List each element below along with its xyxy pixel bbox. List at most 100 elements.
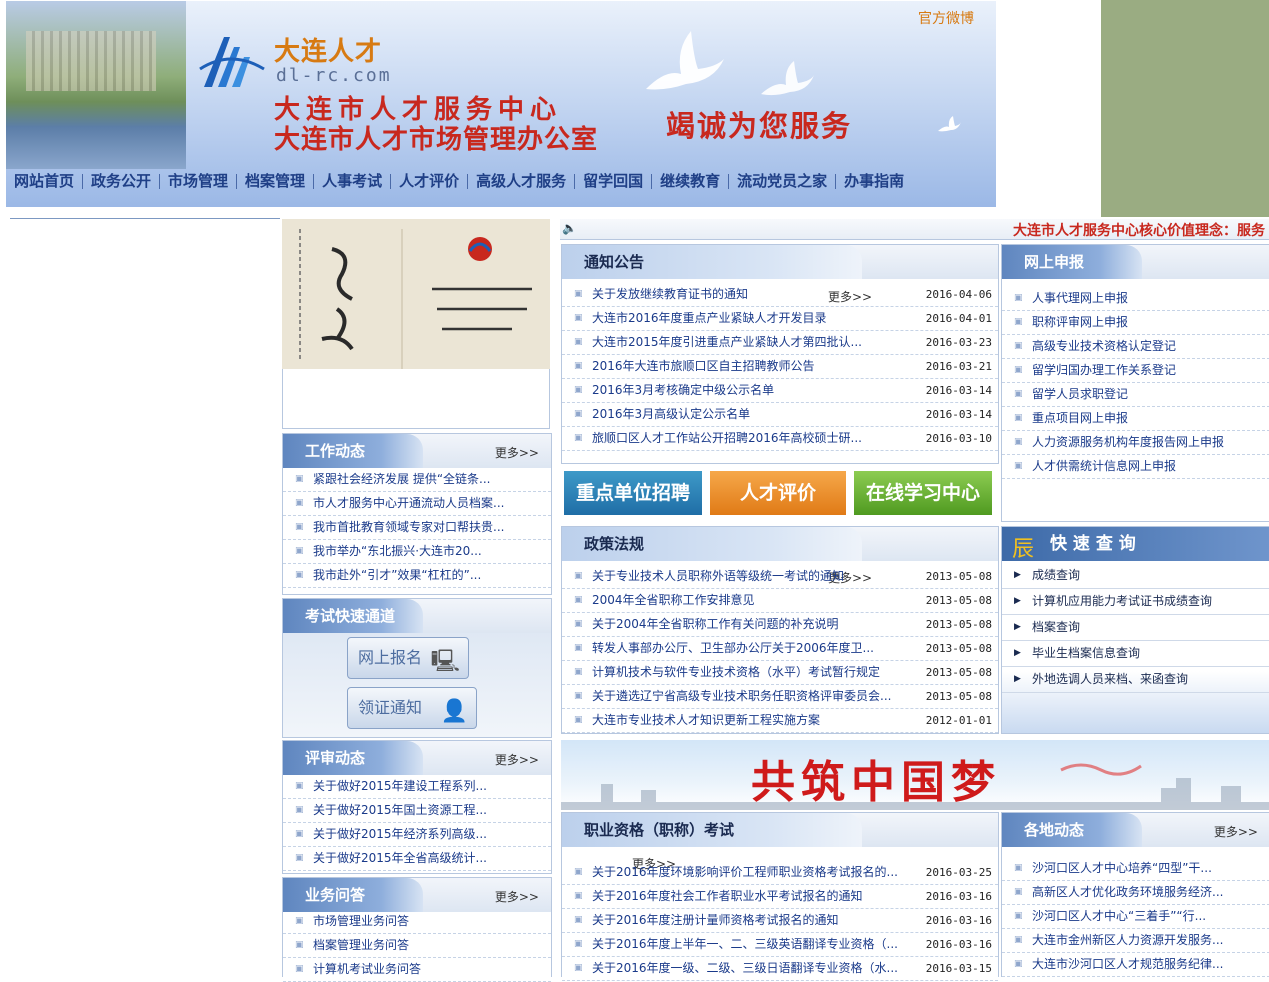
list-item[interactable]: 关于2004年全省职称工作有关问题的补充说明 2013-05-08	[562, 613, 998, 637]
list-item[interactable]: 沙河口区人才中心“三着手”“行...	[1002, 905, 1269, 929]
list-item[interactable]: 关于2016年度社会工作者职业水平考试报名的通知 2016-03-16	[562, 885, 998, 909]
list-item[interactable]: 大连市2016年度重点产业紧缺人才开发目录 2016-04-01	[562, 307, 998, 331]
list-item[interactable]: 高新区人才优化政务环境服务经济...	[1002, 881, 1269, 905]
china-dream-banner[interactable]: 共筑中国梦	[561, 740, 1269, 810]
list-item-text: 关于做好2015年经济系列高级...	[313, 827, 487, 841]
review-more-link[interactable]: 更多>>	[495, 751, 539, 768]
list-item[interactable]: 市人才服务中心开通流动人员档案...	[283, 492, 551, 516]
list-item[interactable]: 关于做好2015年建设工程系列...	[283, 775, 551, 799]
user-icon: 👤	[440, 699, 468, 724]
list-item-text: 大连市专业技术人才知识更新工程实施方案	[592, 713, 821, 727]
list-item-date: 2013-05-08	[925, 690, 992, 703]
list-item[interactable]: 关于2016年度上半年一、二、三级英语翻译专业资格（... 2016-03-16	[562, 933, 998, 957]
exam-panel: 职业资格（职称）考试 更多>> 关于2016年度环境影响评价工程师职业资格考试报…	[561, 812, 999, 981]
exam-channel-title: 考试快速通道	[283, 599, 423, 633]
list-item-date: 2016-03-16	[925, 914, 992, 927]
list-item[interactable]: 档案查询	[1002, 615, 1269, 641]
list-item[interactable]: 我市首批教育领域专家对口帮扶贵...	[283, 516, 551, 540]
list-item[interactable]: 毕业生档案信息查询	[1002, 641, 1269, 667]
list-item[interactable]: 计算机应用能力考试证书成绩查询	[1002, 589, 1269, 615]
list-item[interactable]: 我市举办“东北振兴·大连市20...	[283, 540, 551, 564]
list-item[interactable]: 转发人事部办公厅、卫生部办公厅关于2006年度卫... 2013-05-08	[562, 637, 998, 661]
list-item[interactable]: 关于2016年度一级、二级、三级日语翻译专业资格（水... 2016-03-15	[562, 957, 998, 981]
online-register-button[interactable]: 网上报名 🖳	[347, 637, 469, 679]
review-list: 关于做好2015年建设工程系列... 关于做好2015年国土资源工程... 关于做好…	[283, 775, 551, 871]
list-item[interactable]: 关于做好2015年全省高级统计...	[283, 847, 551, 871]
list-item[interactable]: 档案管理业务问答	[283, 934, 551, 958]
banner-recruitment[interactable]: 重点单位招聘	[562, 469, 704, 517]
list-item[interactable]: 关于专业技术人员职称外语等级统一考试的通知 2013-05-08	[562, 565, 998, 589]
city-photo	[6, 1, 186, 169]
list-item[interactable]: 关于2016年度注册计量师资格考试报名的通知 2016-03-16	[562, 909, 998, 933]
list-item[interactable]: 外地选调人员来档、来函查询	[1002, 667, 1269, 693]
qa-more-link[interactable]: 更多>>	[495, 888, 539, 905]
list-item[interactable]: 关于遴选辽宁省高级专业技术职务任职资格评审委员会... 2013-05-08	[562, 685, 998, 709]
calligraphy-image	[282, 219, 550, 369]
list-item[interactable]: 我市赴外“引才”效果“杠杠的”...	[283, 564, 551, 588]
nav-item-10[interactable]: 办事指南	[836, 173, 912, 189]
banner-online-learning[interactable]: 在线学习中心	[852, 469, 994, 517]
nav-item-3[interactable]: 档案管理	[237, 173, 315, 189]
list-item[interactable]: 留学归国办理工作关系登记	[1002, 359, 1269, 383]
nav-item-5[interactable]: 人才评价	[391, 173, 469, 189]
divider	[10, 218, 280, 219]
list-item[interactable]: 计算机考试业务问答	[283, 958, 551, 982]
list-item[interactable]: 成绩查询	[1002, 563, 1269, 589]
list-item-text: 高级专业技术资格认定登记	[1032, 339, 1177, 353]
list-item[interactable]: 2016年3月高级认定公示名单 2016-03-14	[562, 403, 998, 427]
nav-item-2[interactable]: 市场管理	[160, 173, 238, 189]
list-item[interactable]: 紧跟社会经济发展 提供“全链条...	[283, 468, 551, 492]
list-item-text: 外地选调人员来档、来函查询	[1032, 672, 1189, 686]
list-item-date: 2016-03-10	[925, 432, 992, 445]
list-item[interactable]: 大连市专业技术人才知识更新工程实施方案 2012-01-01	[562, 709, 998, 733]
list-item-date: 2013-05-08	[925, 618, 992, 631]
list-item-date: 2016-03-16	[925, 938, 992, 951]
certificate-notice-button[interactable]: 领证通知 👤	[347, 687, 477, 729]
list-item[interactable]: 关于发放继续教育证书的通知 2016-04-06	[562, 283, 998, 307]
list-item-text: 关于做好2015年国土资源工程...	[313, 803, 487, 817]
org-name-2: 大连市人才市场管理办公室	[274, 125, 599, 155]
banner-talent-evaluation[interactable]: 人才评价	[708, 469, 848, 517]
nav-item-9[interactable]: 流动党员之家	[729, 173, 837, 189]
list-item[interactable]: 留学人员求职登记	[1002, 383, 1269, 407]
online-apply-list: 人事代理网上申报职称评审网上申报高级专业技术资格认定登记留学归国办理工作关系登记…	[1002, 287, 1269, 479]
list-item[interactable]: 沙河口区人才中心培养“四型”干...	[1002, 857, 1269, 881]
work-more-link[interactable]: 更多>>	[495, 444, 539, 461]
list-item[interactable]: 人才供需统计信息网上申报	[1002, 455, 1269, 479]
nav-item-0[interactable]: 网站首页	[6, 173, 84, 189]
speaker-icon: 🔈	[562, 221, 577, 235]
weibo-link[interactable]: 官方微博	[918, 8, 974, 28]
list-item[interactable]: 大连市金州新区人力资源开发服务...	[1002, 929, 1269, 953]
calligraphy-photo[interactable]	[282, 219, 550, 369]
list-item[interactable]: 关于2016年度环境影响评价工程师职业资格考试报名的... 2016-03-25	[562, 861, 998, 885]
list-item[interactable]: 计算机技术与软件专业技术资格（水平）考试暂行规定 2013-05-08	[562, 661, 998, 685]
list-item[interactable]: 关于做好2015年经济系列高级...	[283, 823, 551, 847]
list-item-text: 关于发放继续教育证书的通知	[592, 287, 749, 301]
list-item[interactable]: 大连市2015年度引进重点产业紧缺人才第四批认... 2016-03-23	[562, 331, 998, 355]
list-item[interactable]: 职称评审网上申报	[1002, 311, 1269, 335]
list-item-text: 2016年3月高级认定公示名单	[592, 407, 751, 421]
list-item[interactable]: 市场管理业务问答	[283, 910, 551, 934]
ticker-text[interactable]: 大连市人才服务中心核心价值理念：服务	[1013, 220, 1265, 240]
list-item[interactable]: 旅顺口区人才工作站公开招聘2016年高校硕士研... 2016-03-10	[562, 427, 998, 451]
list-item-text: 重点项目网上申报	[1032, 411, 1129, 425]
nav-item-8[interactable]: 继续教育	[652, 173, 730, 189]
nav-item-6[interactable]: 高级人才服务	[468, 173, 576, 189]
list-item[interactable]: 高级专业技术资格认定登记	[1002, 335, 1269, 359]
list-item[interactable]: 2016年大连市旅顺口区自主招聘教师公告 2016-03-21	[562, 355, 998, 379]
list-item[interactable]: 大连市沙河口区人才规范服务纪律...	[1002, 953, 1269, 977]
nav-item-7[interactable]: 留学回国	[575, 173, 653, 189]
dove-icon	[646, 31, 724, 90]
policy-panel: 政策法规 更多>> 关于专业技术人员职称外语等级统一考试的通知2013-05-0…	[561, 526, 999, 734]
nav-item-1[interactable]: 政务公开	[83, 173, 161, 189]
nav-item-4[interactable]: 人事考试	[314, 173, 392, 189]
list-item[interactable]: 人事代理网上申报	[1002, 287, 1269, 311]
list-item[interactable]: 2004年全省职称工作安排意见 2013-05-08	[562, 589, 998, 613]
list-item[interactable]: 2016年3月考核确定中级公示名单 2016-03-14	[562, 379, 998, 403]
list-item-date: 2016-03-14	[925, 384, 992, 397]
local-more-link[interactable]: 更多>>	[1214, 823, 1258, 840]
list-item[interactable]: 重点项目网上申报	[1002, 407, 1269, 431]
list-item[interactable]: 关于做好2015年国土资源工程...	[283, 799, 551, 823]
list-item[interactable]: 人力资源服务机构年度报告网上申报	[1002, 431, 1269, 455]
list-item-text: 计算机考试业务问答	[313, 962, 422, 976]
